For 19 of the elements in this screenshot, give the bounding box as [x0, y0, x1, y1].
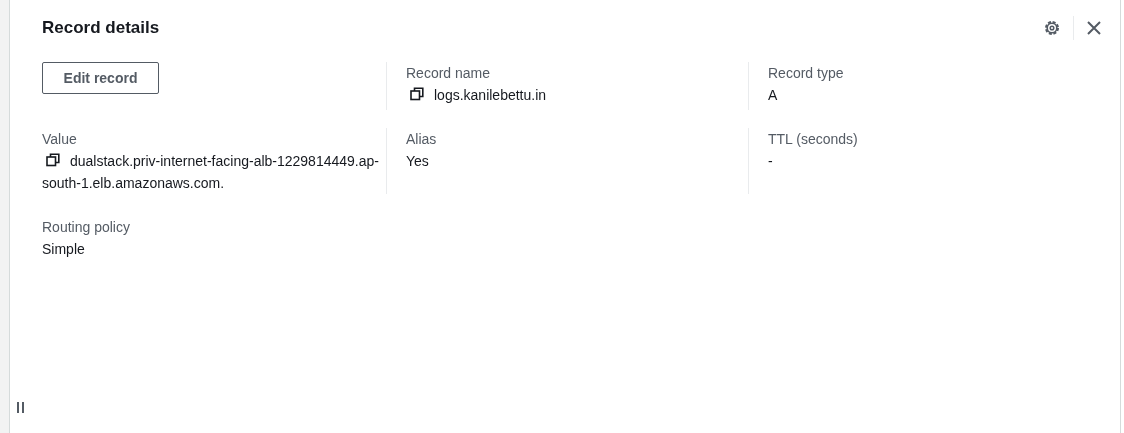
field-label: Record type [768, 64, 844, 83]
field-label: Record name [406, 64, 491, 83]
resize-handle-icon[interactable] [17, 402, 24, 413]
field-value: Yes [406, 153, 429, 169]
settings-icon[interactable] [1043, 19, 1061, 37]
field-label: TTL (seconds) [768, 130, 858, 149]
field-label: Alias [406, 130, 437, 149]
field-value: dualstack.priv-internet-facing-alb-1229814449.ap-south-1.elb.amazonaws.com. [42, 153, 379, 191]
close-icon[interactable] [1086, 20, 1102, 36]
field-value: A [768, 87, 778, 103]
copy-icon[interactable] [410, 87, 424, 101]
panel-title: Record details [42, 18, 160, 38]
copy-icon[interactable] [46, 153, 60, 167]
edit-record-button[interactable]: Edit record [42, 62, 159, 94]
field-value: - [768, 153, 773, 169]
field-label: Routing policy [42, 218, 130, 237]
field-label: Value [42, 130, 77, 149]
field-value: logs.kanilebettu.in [406, 87, 547, 103]
field-value: Simple [42, 241, 85, 257]
